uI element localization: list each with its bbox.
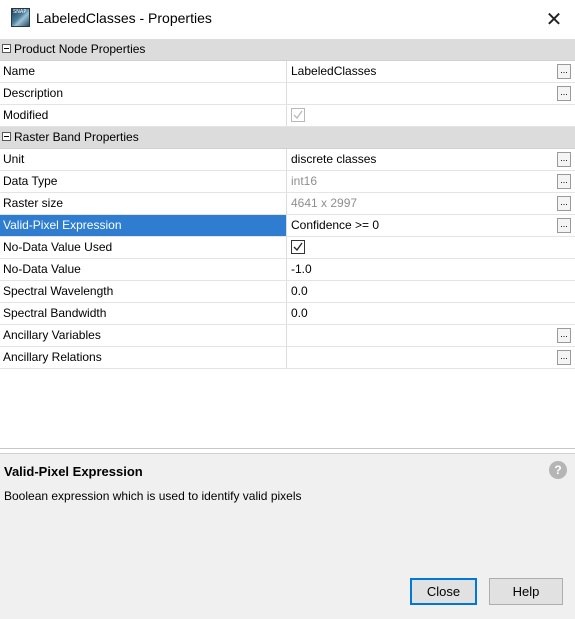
property-row-valid-pixel-expression[interactable]: Valid-Pixel Expression Confidence >= 0 .… bbox=[0, 215, 575, 237]
property-label: Name bbox=[0, 61, 287, 82]
spectral-wavelength-field[interactable]: 0.0 bbox=[288, 281, 573, 302]
category-label: Product Node Properties bbox=[14, 42, 146, 56]
property-row-spectral-wavelength[interactable]: Spectral Wavelength 0.0 bbox=[0, 281, 575, 303]
modified-checkbox bbox=[291, 108, 305, 122]
property-row-no-data-used[interactable]: No-Data Value Used bbox=[0, 237, 575, 259]
no-data-used-checkbox[interactable] bbox=[291, 240, 305, 254]
description-value-field[interactable] bbox=[288, 83, 573, 104]
split-divider[interactable] bbox=[0, 448, 575, 449]
category-raster-band[interactable]: Raster Band Properties bbox=[0, 127, 575, 149]
property-row-name[interactable]: Name LabeledClasses ... bbox=[0, 61, 575, 83]
property-row-modified: Modified bbox=[0, 105, 575, 127]
snap-app-icon: SNAP bbox=[11, 8, 30, 27]
property-label: Raster size bbox=[0, 193, 287, 214]
property-sheet: Product Node Properties Name LabeledClas… bbox=[0, 39, 575, 369]
collapse-icon[interactable] bbox=[2, 132, 11, 141]
valid-pixel-expression-edit-button[interactable]: ... bbox=[557, 218, 571, 233]
property-row-data-type: Data Type int16 ... bbox=[0, 171, 575, 193]
property-row-ancillary-variables[interactable]: Ancillary Variables ... bbox=[0, 325, 575, 347]
ancillary-relations-edit-button[interactable]: ... bbox=[557, 350, 571, 365]
spectral-bandwidth-field[interactable]: 0.0 bbox=[288, 303, 573, 324]
ancillary-variables-field[interactable] bbox=[288, 325, 573, 346]
category-product-node[interactable]: Product Node Properties bbox=[0, 39, 575, 61]
category-label: Raster Band Properties bbox=[14, 130, 139, 144]
valid-pixel-expression-field[interactable]: Confidence >= 0 bbox=[288, 215, 573, 236]
close-window-button[interactable]: ✕ bbox=[539, 6, 569, 32]
close-button[interactable]: Close bbox=[410, 578, 477, 605]
property-label: Ancillary Variables bbox=[0, 325, 287, 346]
ancillary-relations-field[interactable] bbox=[288, 347, 573, 368]
property-row-spectral-bandwidth[interactable]: Spectral Bandwidth 0.0 bbox=[0, 303, 575, 325]
property-label: No-Data Value bbox=[0, 259, 287, 280]
checkmark-icon bbox=[293, 242, 303, 252]
property-label: Unit bbox=[0, 149, 287, 170]
property-label: Spectral Bandwidth bbox=[0, 303, 287, 324]
property-label: No-Data Value Used bbox=[0, 237, 287, 258]
property-label: Valid-Pixel Expression bbox=[0, 215, 287, 236]
property-row-ancillary-relations[interactable]: Ancillary Relations ... bbox=[0, 347, 575, 369]
data-type-value: int16 bbox=[291, 174, 318, 188]
raster-size-value: 4641 x 2997 bbox=[291, 196, 358, 210]
collapse-icon[interactable] bbox=[2, 44, 11, 53]
property-row-unit[interactable]: Unit discrete classes ... bbox=[0, 149, 575, 171]
unit-edit-button[interactable]: ... bbox=[557, 152, 571, 167]
raster-size-edit-button[interactable]: ... bbox=[557, 196, 571, 211]
property-label: Spectral Wavelength bbox=[0, 281, 287, 302]
property-label: Modified bbox=[0, 105, 287, 126]
property-label: Ancillary Relations bbox=[0, 347, 287, 368]
property-row-no-data-value[interactable]: No-Data Value -1.0 bbox=[0, 259, 575, 281]
data-type-edit-button[interactable]: ... bbox=[557, 174, 571, 189]
property-row-description[interactable]: Description ... bbox=[0, 83, 575, 105]
ancillary-variables-edit-button[interactable]: ... bbox=[557, 328, 571, 343]
property-label: Data Type bbox=[0, 171, 287, 192]
description-edit-button[interactable]: ... bbox=[557, 86, 571, 101]
help-description: Boolean expression which is used to iden… bbox=[4, 489, 302, 503]
property-label: Description bbox=[0, 83, 287, 104]
question-icon[interactable]: ? bbox=[549, 461, 567, 479]
help-title: Valid-Pixel Expression bbox=[4, 464, 143, 479]
property-row-raster-size: Raster size 4641 x 2997 ... bbox=[0, 193, 575, 215]
checkmark-icon bbox=[293, 110, 303, 120]
title-bar: SNAP LabeledClasses - Properties ✕ bbox=[0, 0, 575, 38]
name-edit-button[interactable]: ... bbox=[557, 64, 571, 79]
window-title: LabeledClasses - Properties bbox=[36, 10, 212, 26]
unit-value-field[interactable]: discrete classes bbox=[288, 149, 573, 170]
no-data-value-field[interactable]: -1.0 bbox=[288, 259, 573, 280]
help-button[interactable]: Help bbox=[489, 578, 563, 605]
name-value-field[interactable]: LabeledClasses bbox=[288, 61, 573, 82]
